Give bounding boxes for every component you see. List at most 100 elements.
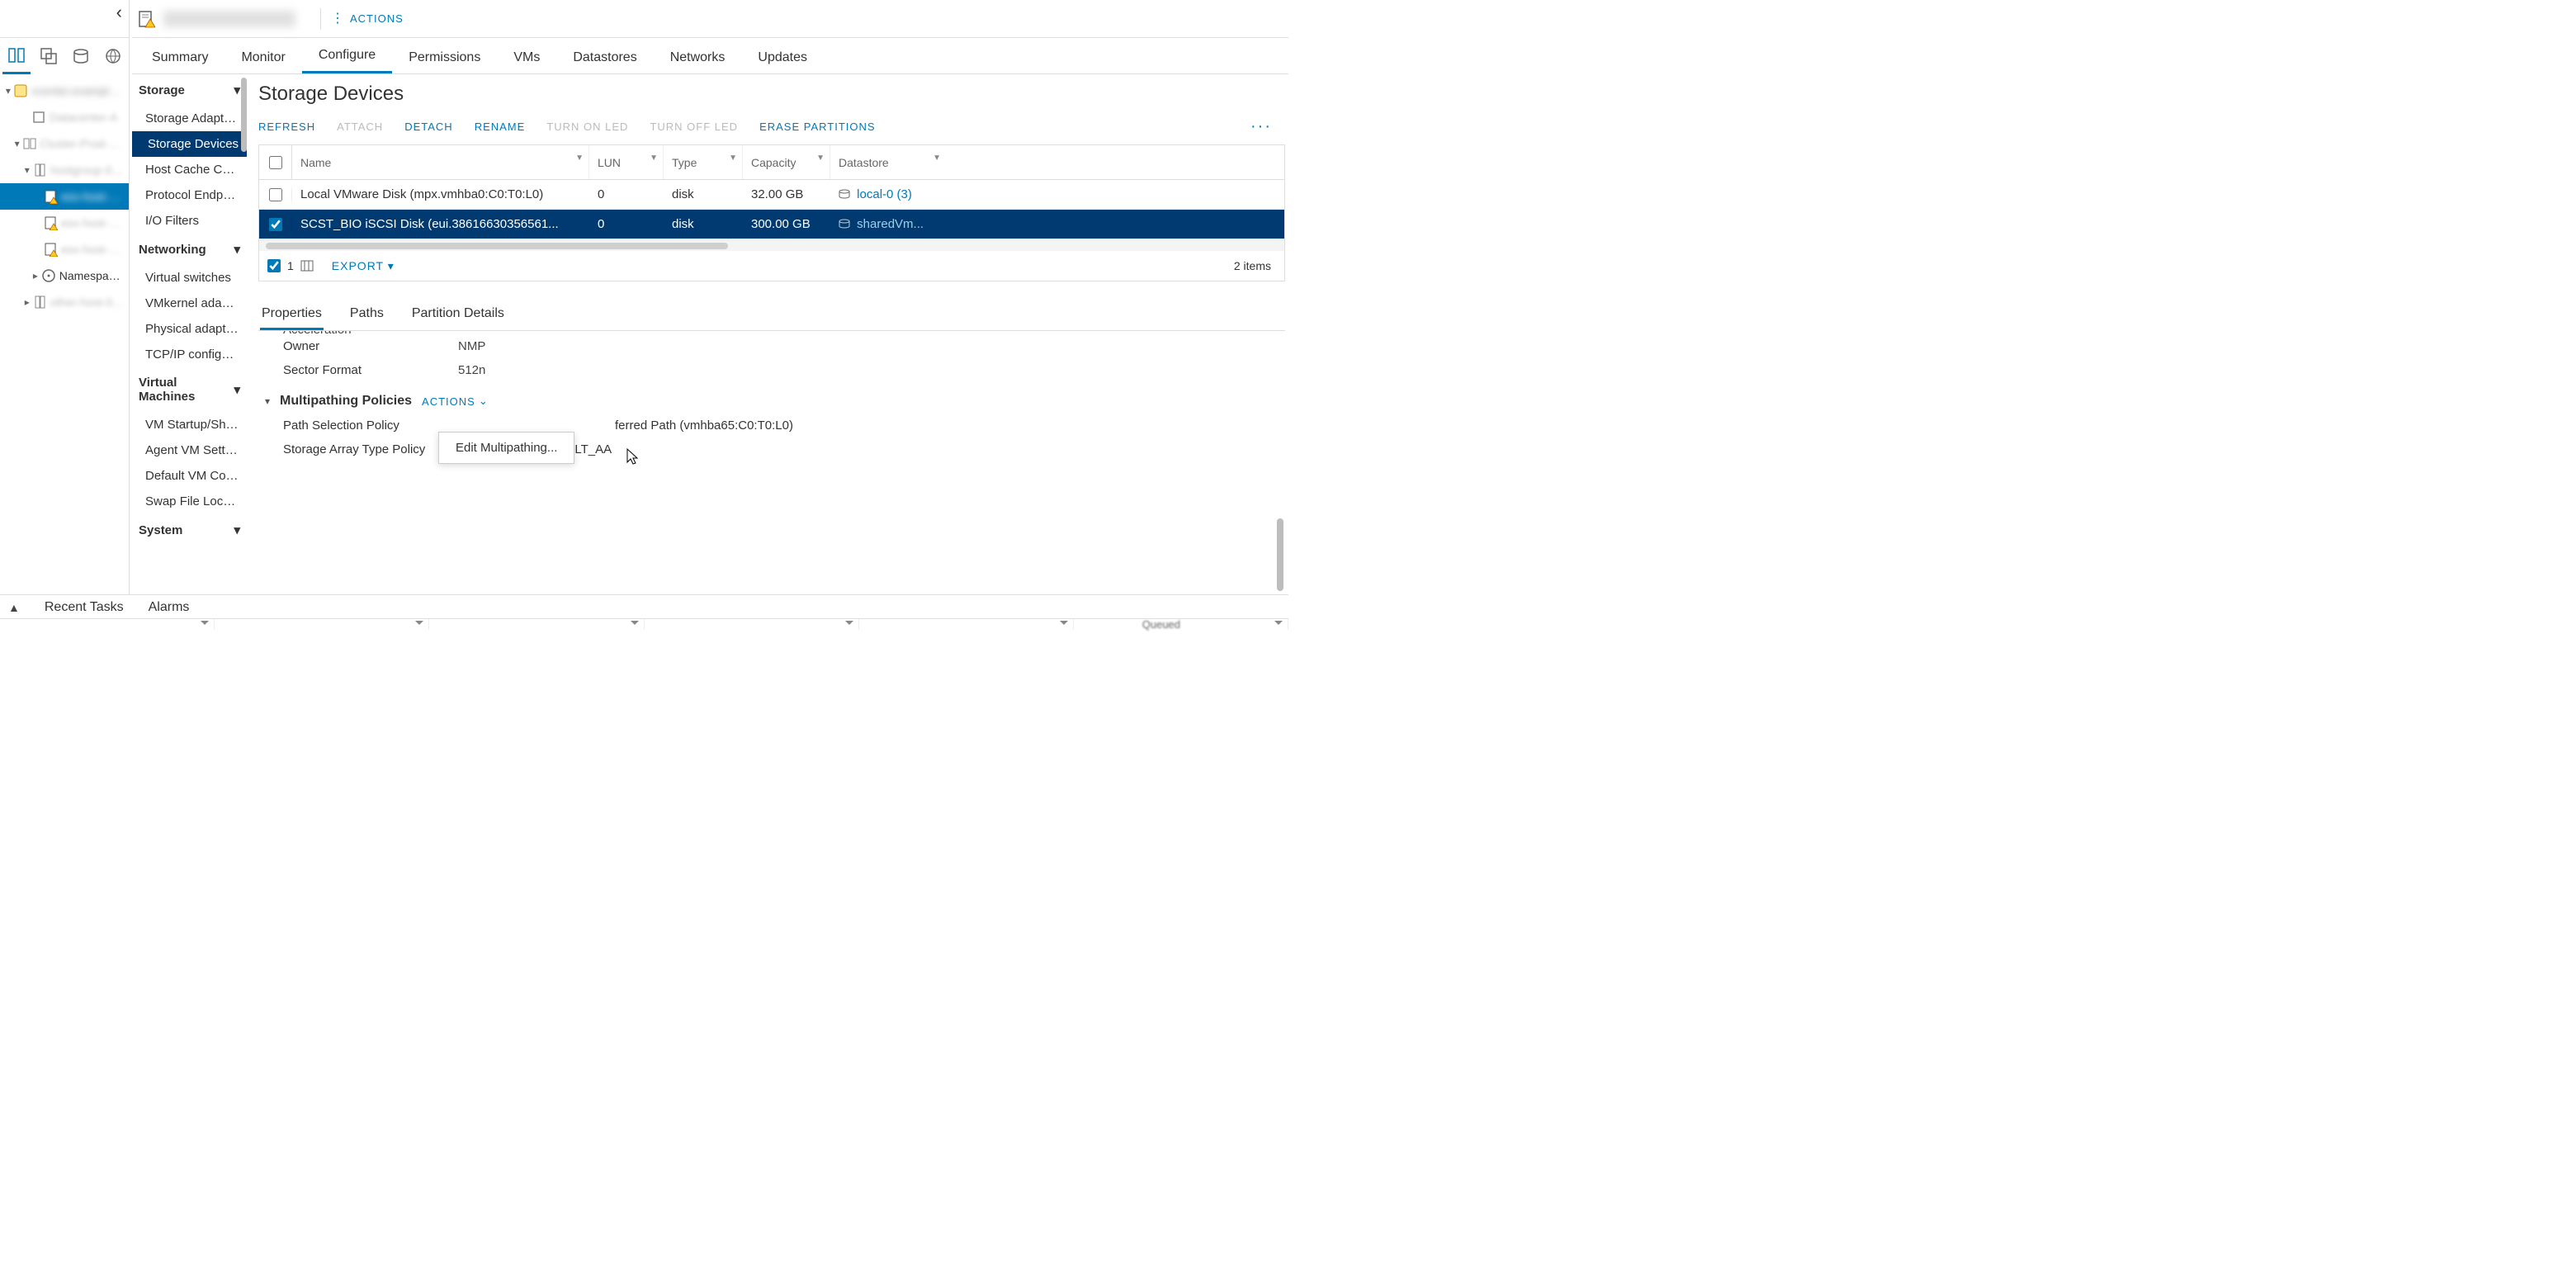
storage-tab[interactable]	[67, 38, 95, 74]
tree-host-group-row[interactable]: ▾ hostgroup-01...	[0, 157, 129, 183]
filter-icon[interactable]: ▼	[650, 154, 658, 163]
select-all-cell[interactable]	[259, 145, 292, 179]
cfg-virtual-switches[interactable]: Virtual switches	[132, 265, 247, 291]
select-all-checkbox[interactable]	[269, 156, 282, 169]
cfg-swap-file[interactable]: Swap File Location	[132, 489, 247, 514]
cell-name: Local VMware Disk (mpx.vmhba0:C0:T0:L0)	[292, 187, 589, 201]
tab-summary[interactable]: Summary	[135, 42, 225, 73]
details-tabs: Properties Paths Partition Details	[258, 300, 1285, 331]
chevron-down-icon: ⌄	[479, 395, 489, 408]
tree-datacenter-row[interactable]: Datacenter-A	[0, 104, 129, 130]
recent-tasks-tab[interactable]: Recent Tasks	[45, 600, 124, 615]
refresh-button[interactable]: REFRESH	[258, 121, 315, 133]
table-hscrollbar[interactable]	[259, 239, 1284, 251]
cfg-tcpip[interactable]: TCP/IP configuration	[132, 342, 247, 367]
turn-on-led-button: TURN ON LED	[546, 121, 628, 133]
expand-icon[interactable]: ▾	[21, 164, 33, 176]
datastore-link[interactable]: local-0 (3)	[857, 187, 912, 201]
chevron-down-icon[interactable]: ▾	[265, 395, 270, 407]
table-row-selected[interactable]: SCST_BIO iSCSI Disk (eui.38616630356561.…	[259, 210, 1284, 239]
tree-vcenter-row[interactable]: ▾ vcenter.example.local	[0, 78, 129, 104]
vms-icon	[40, 47, 58, 65]
hosts-clusters-tab[interactable]	[2, 38, 31, 74]
bottom-col[interactable]	[429, 619, 644, 630]
row-checkbox[interactable]	[269, 218, 282, 231]
tab-monitor[interactable]: Monitor	[225, 42, 301, 73]
tab-partition-details[interactable]: Partition Details	[410, 300, 506, 330]
tree-host-row-selected[interactable]: esx-host-01.local	[0, 183, 129, 210]
detach-button[interactable]: DETACH	[404, 121, 452, 133]
expand-bottom-icon[interactable]: ▲	[8, 601, 20, 614]
tab-networks[interactable]: Networks	[654, 42, 742, 73]
alarms-tab[interactable]: Alarms	[149, 600, 190, 615]
tree-label: esx-host-02.local	[61, 216, 125, 229]
cfg-storage-adapters[interactable]: Storage Adapters	[132, 106, 247, 131]
sector-label: Sector Format	[283, 363, 458, 377]
export-button[interactable]: EXPORT ▾	[332, 259, 395, 273]
cfg-section-system[interactable]: System ▾	[132, 514, 247, 546]
bottom-col[interactable]	[859, 619, 1074, 630]
bottom-col[interactable]	[645, 619, 859, 630]
filter-icon[interactable]: ▼	[933, 154, 941, 163]
cfg-physical-adapters[interactable]: Physical adapters	[132, 316, 247, 342]
cfg-section-vm[interactable]: Virtual Machines ▾	[132, 367, 247, 412]
cfg-io-filters[interactable]: I/O Filters	[132, 208, 247, 234]
scrollbar-thumb[interactable]	[1277, 518, 1283, 591]
expand-icon[interactable]: ▸	[30, 270, 41, 281]
tree-host-row[interactable]: esx-host-03.local	[0, 236, 129, 262]
cfg-agent-vm[interactable]: Agent VM Settings	[132, 437, 247, 463]
bottom-col[interactable]	[0, 619, 215, 630]
columns-icon[interactable]	[300, 260, 314, 272]
tree-host-row[interactable]: ▸ other-host-04...	[0, 289, 129, 315]
multipathing-header: ▾ Multipathing Policies ACTIONS ⌄	[258, 382, 1285, 414]
cfg-storage-devices[interactable]: Storage Devices	[132, 131, 247, 157]
cfg-section-storage[interactable]: Storage ▾	[132, 74, 247, 106]
cfg-vm-startup[interactable]: VM Startup/Shutdown	[132, 412, 247, 437]
tab-vms[interactable]: VMs	[497, 42, 556, 73]
tree-namespaces-row[interactable]: ▸ Namespaces	[0, 262, 129, 289]
networking-tab[interactable]	[99, 38, 127, 74]
filter-icon[interactable]: ▼	[816, 154, 825, 163]
filter-icon[interactable]: ▼	[575, 154, 584, 163]
expand-icon[interactable]: ▾	[3, 85, 13, 97]
datastore-link[interactable]: sharedVm...	[857, 217, 924, 231]
tree-host-row[interactable]: esx-host-02.local	[0, 210, 129, 236]
toolbar-more-icon[interactable]: ···	[1250, 117, 1272, 136]
chevron-down-icon: ▾	[388, 259, 395, 272]
bottom-col[interactable]	[215, 619, 429, 630]
erase-button[interactable]: ERASE PARTITIONS	[759, 121, 876, 133]
table-row[interactable]: Local VMware Disk (mpx.vmhba0:C0:T0:L0) …	[259, 180, 1284, 210]
rename-button[interactable]: RENAME	[475, 121, 526, 133]
bottom-col[interactable]: Queued	[1074, 619, 1288, 630]
col-lun[interactable]: LUN ▼	[589, 145, 664, 179]
collapse-nav-icon[interactable]: ‹	[116, 2, 122, 23]
col-name[interactable]: Name ▼	[292, 145, 589, 179]
tab-paths[interactable]: Paths	[348, 300, 385, 330]
expand-icon[interactable]: ▾	[12, 138, 22, 149]
cfg-vmkernel-adapters[interactable]: VMkernel adapters	[132, 291, 247, 316]
cfg-host-cache[interactable]: Host Cache Configuration	[132, 157, 247, 182]
scrollbar-thumb[interactable]	[266, 243, 728, 249]
cfg-protocol-endpoints[interactable]: Protocol Endpoints	[132, 182, 247, 208]
col-type[interactable]: Type ▼	[664, 145, 743, 179]
tree-cluster-row[interactable]: ▾ Cluster-Prod-01...	[0, 130, 129, 157]
expand-icon[interactable]: ▸	[21, 296, 32, 308]
col-datastore[interactable]: Datastore ▼	[830, 145, 946, 179]
actions-menu-button[interactable]: ⋮ ACTIONS	[331, 12, 404, 26]
edit-multipathing-item[interactable]: Edit Multipathing...	[456, 441, 557, 455]
vms-templates-tab[interactable]	[35, 38, 63, 74]
tab-permissions[interactable]: Permissions	[392, 42, 497, 73]
col-capacity[interactable]: Capacity ▼	[743, 145, 830, 179]
main-pane: ⋮ ACTIONS Summary Monitor Configure Perm…	[132, 0, 1288, 594]
tab-updates[interactable]: Updates	[741, 42, 824, 73]
filter-icon[interactable]: ▼	[729, 154, 737, 163]
cfg-default-compat[interactable]: Default VM Compatibility	[132, 463, 247, 489]
cfg-section-networking[interactable]: Networking ▾	[132, 234, 247, 265]
tab-properties[interactable]: Properties	[260, 300, 324, 330]
scrollbar-thumb[interactable]	[241, 78, 247, 152]
row-checkbox[interactable]	[269, 188, 282, 201]
footer-checkbox[interactable]	[267, 259, 281, 272]
tab-configure[interactable]: Configure	[302, 40, 392, 73]
multipathing-actions-button[interactable]: ACTIONS ⌄	[422, 395, 489, 408]
tab-datastores[interactable]: Datastores	[556, 42, 653, 73]
